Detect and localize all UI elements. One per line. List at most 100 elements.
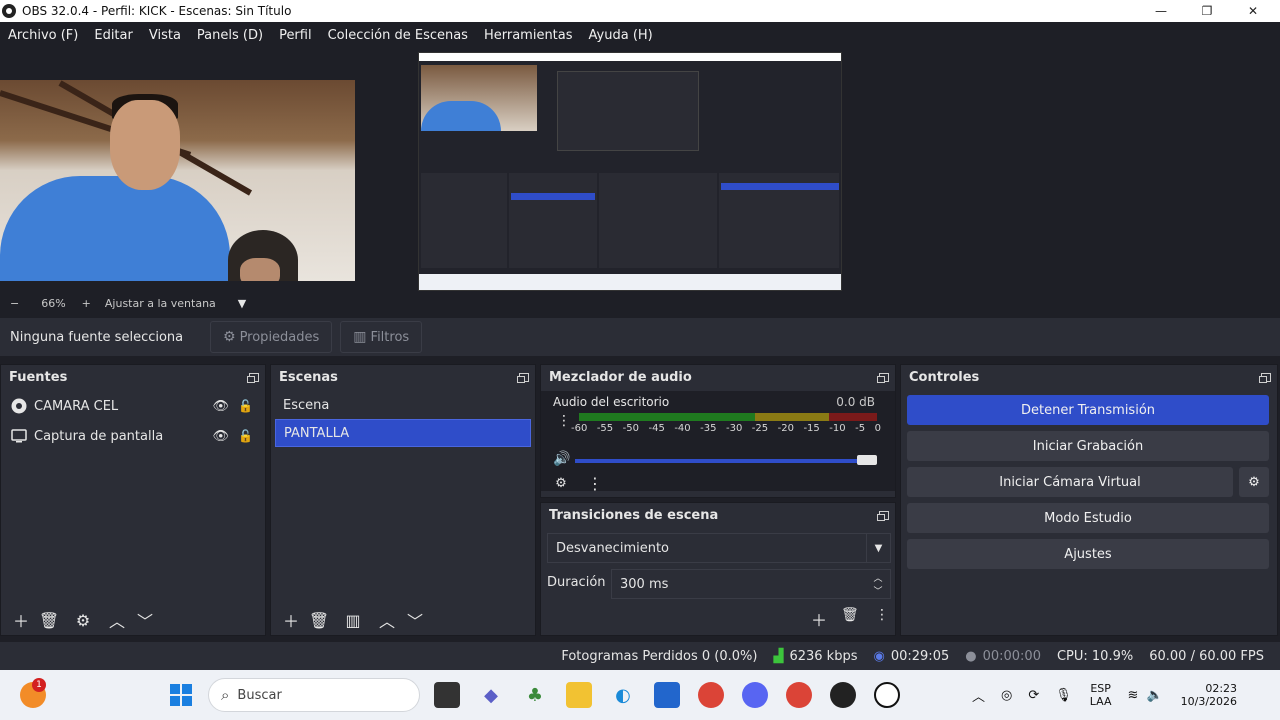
channel-menu-icon[interactable]: ⋮ bbox=[557, 413, 571, 429]
zoom-in-button[interactable]: + bbox=[82, 297, 91, 310]
transition-select[interactable]: Desvanecimiento ▼ bbox=[547, 533, 891, 563]
undock-icon[interactable] bbox=[247, 372, 259, 383]
sync-icon[interactable]: ⟳ bbox=[1028, 688, 1039, 703]
scene-item-escena[interactable]: Escena bbox=[275, 391, 531, 419]
teams-icon[interactable]: ◆ bbox=[478, 682, 504, 708]
speaker-icon[interactable]: 🔊 bbox=[553, 451, 570, 467]
discord-icon[interactable] bbox=[742, 682, 768, 708]
menu-docks[interactable]: Panels (D) bbox=[189, 28, 271, 43]
sources-dock: Fuentes CAMARA CEL 👁 🔓 Captura de pantal… bbox=[0, 364, 266, 636]
volume-slider[interactable] bbox=[575, 455, 877, 465]
zoom-dropdown-button[interactable]: ▼ bbox=[238, 297, 246, 310]
clock[interactable]: 02:23 10/3/2026 bbox=[1181, 682, 1237, 708]
channel-name: Audio del escritorio bbox=[553, 395, 670, 409]
scene-name: PANTALLA bbox=[284, 425, 350, 441]
bitrate-value: 6236 kbps bbox=[789, 648, 858, 664]
menu-help[interactable]: Ayuda (H) bbox=[581, 28, 661, 43]
close-button[interactable]: ✕ bbox=[1230, 0, 1276, 22]
eye-icon[interactable]: 👁 bbox=[212, 429, 229, 444]
lock-icon[interactable]: 🔓 bbox=[238, 399, 253, 413]
stop-stream-button[interactable]: Detener Transmisión bbox=[907, 395, 1269, 425]
virtual-camera-settings-button[interactable]: ⚙ bbox=[1239, 467, 1269, 497]
mixer-menu-icon[interactable]: ⋮ bbox=[581, 474, 609, 493]
transition-menu-icon[interactable]: ⋮ bbox=[875, 607, 889, 623]
duration-input[interactable]: 300 ms ︿ ﹀ bbox=[611, 569, 891, 599]
menu-view[interactable]: Vista bbox=[141, 28, 189, 43]
source-item-camera[interactable]: CAMARA CEL 👁 🔓 bbox=[1, 391, 265, 421]
minimize-button[interactable]: — bbox=[1138, 0, 1184, 22]
stream-status: ◉ 00:29:05 bbox=[874, 649, 950, 664]
add-transition-icon[interactable]: ＋ bbox=[811, 607, 827, 631]
move-down-icon[interactable]: ﹀ bbox=[131, 608, 159, 632]
advanced-audio-gear-icon[interactable]: ⚙ bbox=[547, 476, 575, 491]
preview-canvas[interactable] bbox=[0, 48, 1280, 294]
task-view-icon[interactable] bbox=[434, 682, 460, 708]
scene-item-pantalla[interactable]: PANTALLA bbox=[275, 419, 531, 447]
controls-dock-header: Controles bbox=[901, 365, 1277, 389]
app-icon[interactable]: ♣ bbox=[522, 682, 548, 708]
volume-slider-handle[interactable] bbox=[857, 455, 877, 465]
soccer-app-icon[interactable] bbox=[874, 682, 900, 708]
tray-app-icon[interactable]: ◎ bbox=[1001, 688, 1012, 703]
language-indicator[interactable]: ESP LAA bbox=[1090, 682, 1112, 708]
broadcast-icon: ◉ bbox=[873, 648, 885, 664]
undock-icon[interactable] bbox=[877, 510, 889, 521]
gear-icon: ⚙ bbox=[223, 329, 236, 345]
filters-button[interactable]: ▥ Filtros bbox=[340, 321, 423, 353]
add-source-icon[interactable]: ＋ bbox=[7, 608, 35, 632]
chrome-profile-icon[interactable] bbox=[786, 682, 812, 708]
maximize-button[interactable]: ❐ bbox=[1184, 0, 1230, 22]
trash-icon[interactable]: 🗑 bbox=[305, 611, 333, 630]
undock-icon[interactable] bbox=[1259, 372, 1271, 383]
zoom-out-button[interactable]: − bbox=[10, 297, 19, 310]
sources-toolbar: ＋ 🗑 ⚙ ︿ ﹀ bbox=[1, 605, 265, 635]
taskbar-search[interactable]: ⌕ Buscar bbox=[208, 678, 420, 712]
zoom-bar: − 66% + Ajustar a la ventana ▼ bbox=[0, 294, 1280, 312]
eye-icon[interactable]: 👁 bbox=[212, 399, 229, 414]
channel-level: 0.0 dB bbox=[836, 395, 875, 409]
window-titlebar: OBS 32.0.4 - Perfil: KICK - Escenas: Sin… bbox=[0, 0, 1280, 22]
status-bar: Fotogramas Perdidos 0 (0.0%) ▟ 6236 kbps… bbox=[0, 642, 1280, 670]
duration-spinner-icon[interactable]: ︿ ﹀ bbox=[866, 570, 890, 598]
gear-icon[interactable]: ⚙ bbox=[69, 611, 97, 630]
trash-icon[interactable]: 🗑 bbox=[35, 611, 63, 630]
undock-icon[interactable] bbox=[517, 372, 529, 383]
chrome-icon[interactable] bbox=[698, 682, 724, 708]
properties-button[interactable]: ⚙ Propiedades bbox=[210, 321, 333, 353]
menu-edit[interactable]: Editar bbox=[86, 28, 141, 43]
windows-start-icon[interactable] bbox=[168, 682, 194, 708]
sources-list: CAMARA CEL 👁 🔓 Captura de pantalla 👁 🔓 bbox=[1, 391, 265, 605]
audio-mixer-dock: Mezclador de audio Audio del escritorio … bbox=[540, 364, 896, 498]
sources-title: Fuentes bbox=[9, 369, 68, 385]
scenes-list: Escena PANTALLA bbox=[271, 391, 535, 605]
move-down-icon[interactable]: ﹀ bbox=[401, 608, 429, 632]
scene-filters-icon[interactable]: ▥ bbox=[339, 611, 367, 630]
settings-button[interactable]: Ajustes bbox=[907, 539, 1269, 569]
move-up-icon[interactable]: ︿ bbox=[103, 608, 131, 632]
wifi-icon[interactable]: ≋ bbox=[1128, 688, 1139, 703]
move-up-icon[interactable]: ︿ bbox=[373, 608, 401, 632]
menu-profile[interactable]: Perfil bbox=[271, 28, 320, 43]
volume-icon[interactable]: 🔈 bbox=[1146, 688, 1162, 703]
menu-file[interactable]: Archivo (F) bbox=[0, 28, 86, 43]
transitions-dock: Transiciones de escena Desvanecimiento ▼… bbox=[540, 502, 896, 636]
record-icon: ● bbox=[965, 648, 977, 664]
trash-icon[interactable]: 🗑 bbox=[841, 607, 859, 623]
chevron-up-icon[interactable]: ︿ bbox=[972, 686, 985, 705]
source-item-screen[interactable]: Captura de pantalla 👁 🔓 bbox=[1, 421, 265, 451]
studio-mode-button[interactable]: Modo Estudio bbox=[907, 503, 1269, 533]
microphone-icon[interactable]: 🎙 bbox=[1055, 688, 1072, 703]
screen-capture-source-image bbox=[418, 52, 842, 291]
add-scene-icon[interactable]: ＋ bbox=[277, 608, 305, 632]
menu-tools[interactable]: Herramientas bbox=[476, 28, 581, 43]
edge-icon[interactable]: ◐ bbox=[610, 682, 636, 708]
start-recording-button[interactable]: Iniciar Grabación bbox=[907, 431, 1269, 461]
menu-scene-collection[interactable]: Colección de Escenas bbox=[320, 28, 476, 43]
file-explorer-icon[interactable] bbox=[566, 682, 592, 708]
obs-taskbar-icon[interactable] bbox=[830, 682, 856, 708]
lock-icon[interactable]: 🔓 bbox=[238, 429, 253, 443]
store-icon[interactable] bbox=[654, 682, 680, 708]
start-virtual-camera-button[interactable]: Iniciar Cámara Virtual bbox=[907, 467, 1233, 497]
webcam-source-image bbox=[0, 80, 355, 281]
undock-icon[interactable] bbox=[877, 372, 889, 383]
